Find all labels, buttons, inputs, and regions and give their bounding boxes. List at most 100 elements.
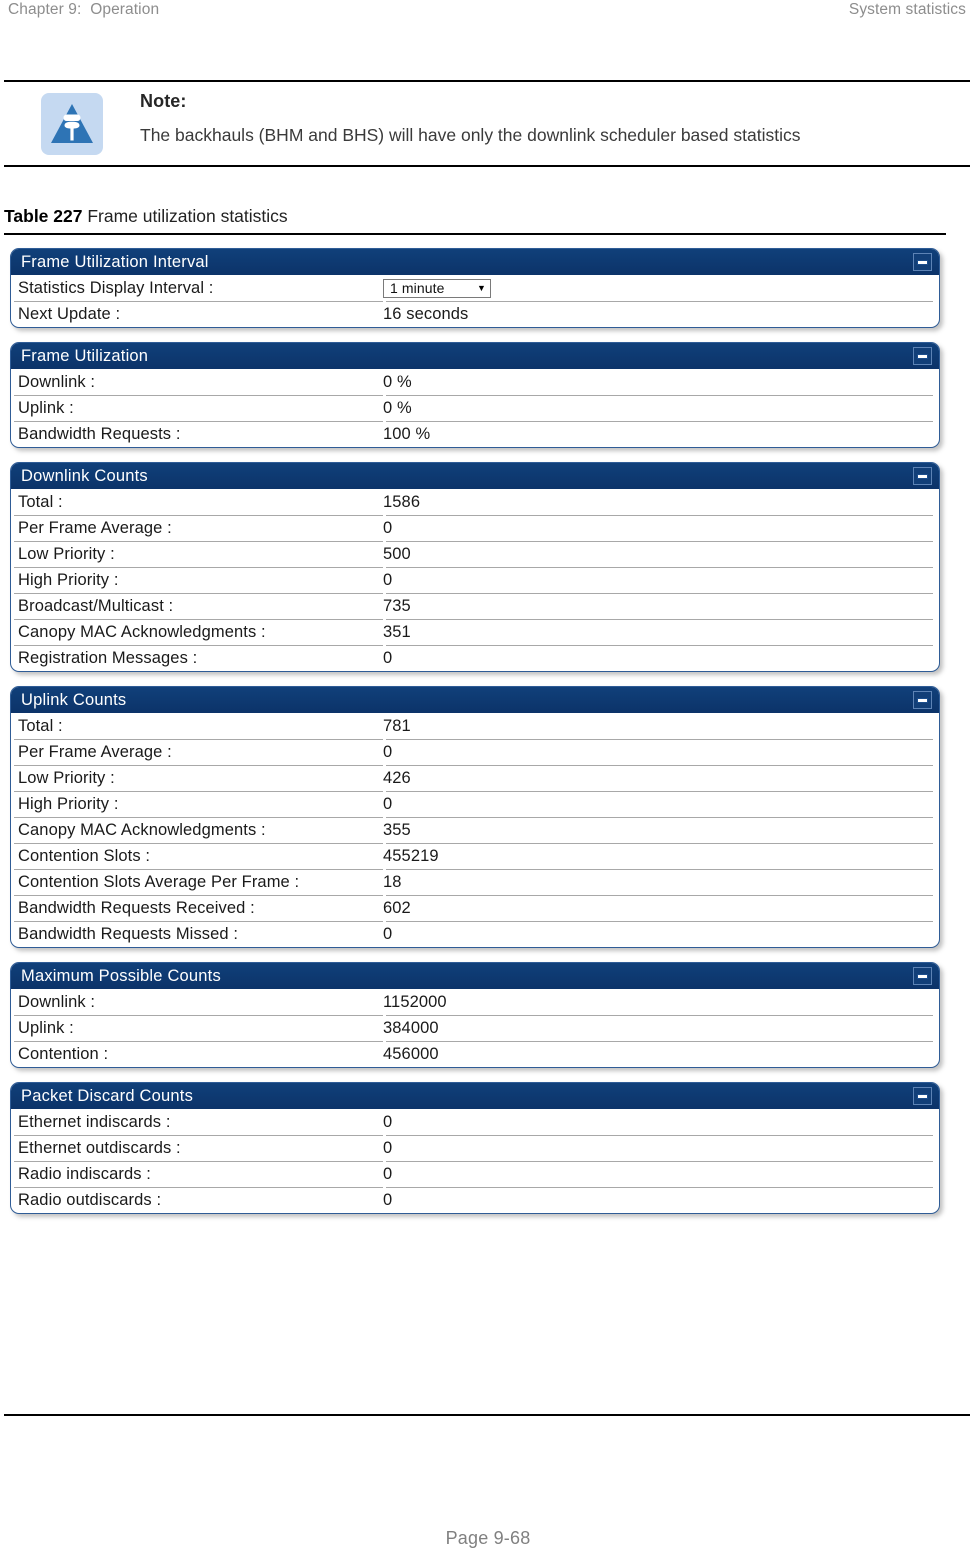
table-caption: Table 227 Frame utilization statistics <box>4 206 946 235</box>
section-label: System statistics <box>848 1 966 18</box>
stat-value: 455219 <box>383 846 439 865</box>
stat-row: Low Priority : 426 <box>11 765 939 791</box>
stat-row: Uplink : 384000 <box>11 1015 939 1041</box>
table-caption-text: Frame utilization statistics <box>82 206 288 226</box>
note-admonition: Note: The backhauls (BHM and BHS) will h… <box>4 80 970 167</box>
stat-value: 384000 <box>383 1018 439 1037</box>
panel-title: Downlink Counts <box>21 467 148 485</box>
stat-row: Radio outdiscards : 0 <box>11 1187 939 1213</box>
stat-label: Uplink : <box>18 1018 74 1037</box>
stat-value: 602 <box>383 898 411 917</box>
stat-row: Canopy MAC Acknowledgments : 351 <box>11 619 939 645</box>
panel-header: Maximum Possible Counts <box>11 963 939 989</box>
stat-label: Low Priority : <box>18 768 115 787</box>
frame-utilization-statistics-screenshot: Frame Utilization Interval Statistics Dis… <box>10 248 940 1228</box>
minimize-icon[interactable] <box>913 467 932 485</box>
stat-label: Total : <box>18 492 63 511</box>
stat-value: 100 % <box>383 424 431 443</box>
stat-label: Contention Slots : <box>18 846 151 865</box>
stat-value: 456000 <box>383 1044 439 1063</box>
stat-label: Radio indiscards : <box>18 1164 151 1183</box>
stat-row: Statistics Display Interval : 1 minute ▼ <box>11 275 939 301</box>
stat-value: 1586 <box>383 492 421 511</box>
panel-header: Packet Discard Counts <box>11 1083 939 1109</box>
footer-divider <box>4 1414 970 1416</box>
stat-value: 781 <box>383 716 411 735</box>
minimize-bar <box>917 1093 928 1099</box>
stat-value: 426 <box>383 768 411 787</box>
stat-value: 0 <box>383 794 393 813</box>
stat-row: Downlink : 0 % <box>11 369 939 395</box>
stat-value: 0 <box>383 1164 393 1183</box>
stat-row: Low Priority : 500 <box>11 541 939 567</box>
panel-rows: Total : 1586 Per Frame Average : 0 Low Prior… <box>11 489 939 671</box>
minimize-icon[interactable] <box>913 967 932 985</box>
panel-rows: Downlink : 1152000 Uplink : 384000 Contentio… <box>11 989 939 1067</box>
stat-row: High Priority : 0 <box>11 567 939 593</box>
panel-title: Uplink Counts <box>21 691 127 709</box>
stat-row: Ethernet indiscards : 0 <box>11 1109 939 1135</box>
stat-row: Total : 781 <box>11 713 939 739</box>
stat-row: Per Frame Average : 0 <box>11 739 939 765</box>
statistics-display-interval-select[interactable]: 1 minute ▼ <box>383 278 491 298</box>
panel-rows: Total : 781 Per Frame Average : 0 Low Priori… <box>11 713 939 947</box>
stat-label: Radio outdiscards : <box>18 1190 162 1209</box>
select-value: 1 minute <box>390 280 445 297</box>
minimize-icon[interactable] <box>913 691 932 709</box>
note-text: The backhauls (BHM and BHS) will have on… <box>140 125 801 145</box>
stat-label: Canopy MAC Acknowledgments : <box>18 820 266 839</box>
minimize-bar <box>917 697 928 703</box>
panel-header: Frame Utilization Interval <box>11 249 939 275</box>
stat-label: Statistics Display Interval : <box>18 278 214 297</box>
stat-value: 18 <box>383 872 402 891</box>
stat-value: 16 seconds <box>383 304 469 323</box>
panel-header: Frame Utilization <box>11 343 939 369</box>
stat-value: 0 <box>383 924 393 943</box>
stat-value: 0 <box>383 1112 393 1131</box>
minimize-bar <box>917 259 928 265</box>
panel-title: Frame Utilization Interval <box>21 253 209 271</box>
panel: Packet Discard Counts Ethernet indiscards… <box>10 1082 940 1214</box>
stat-label: Broadcast/Multicast : <box>18 596 174 615</box>
minimize-icon[interactable] <box>913 1087 932 1105</box>
note-body: Note: The backhauls (BHM and BHS) will h… <box>140 91 970 148</box>
stat-label: Downlink : <box>18 372 96 391</box>
chevron-down-icon: ▼ <box>476 282 486 293</box>
stat-label: Uplink : <box>18 398 74 417</box>
stat-value: 0 <box>383 570 393 589</box>
stat-label: Per Frame Average : <box>18 742 172 761</box>
note-pushpin-icon <box>41 93 103 155</box>
stat-label: High Priority : <box>18 570 119 589</box>
stat-label: Low Priority : <box>18 544 115 563</box>
note-title: Note: <box>140 91 187 111</box>
stat-row: Registration Messages : 0 <box>11 645 939 671</box>
stat-row: Radio indiscards : 0 <box>11 1161 939 1187</box>
stat-label: Bandwidth Requests Missed : <box>18 924 239 943</box>
panel: Maximum Possible Counts Downlink : 1152000… <box>10 962 940 1068</box>
stat-value: 0 <box>383 518 393 537</box>
minimize-icon[interactable] <box>913 347 932 365</box>
minimize-icon[interactable] <box>913 253 932 271</box>
stat-value: 500 <box>383 544 411 563</box>
stat-label: Contention : <box>18 1044 109 1063</box>
panel-title: Frame Utilization <box>21 347 149 365</box>
stat-row: Downlink : 1152000 <box>11 989 939 1015</box>
stat-row: High Priority : 0 <box>11 791 939 817</box>
stat-row: Per Frame Average : 0 <box>11 515 939 541</box>
stat-label: Total : <box>18 716 63 735</box>
stat-row: Bandwidth Requests Missed : 0 <box>11 921 939 947</box>
stat-row: Bandwidth Requests Received : 602 <box>11 895 939 921</box>
table-caption-number: Table 227 <box>4 206 83 226</box>
stat-row: Canopy MAC Acknowledgments : 355 <box>11 817 939 843</box>
stat-value: 735 <box>383 596 411 615</box>
stat-row: Broadcast/Multicast : 735 <box>11 593 939 619</box>
chapter-label: Chapter 9: Operation <box>8 1 160 18</box>
minimize-bar <box>917 473 928 479</box>
stat-row: Uplink : 0 % <box>11 395 939 421</box>
page-number: Page 9-68 <box>445 1528 531 1548</box>
stat-row: Contention : 456000 <box>11 1041 939 1067</box>
panel-rows: Statistics Display Interval : 1 minute ▼ Ne… <box>11 275 939 327</box>
stat-value: 0 <box>383 648 393 667</box>
stat-value: 0 % <box>383 372 412 391</box>
stat-value: 0 <box>383 742 393 761</box>
